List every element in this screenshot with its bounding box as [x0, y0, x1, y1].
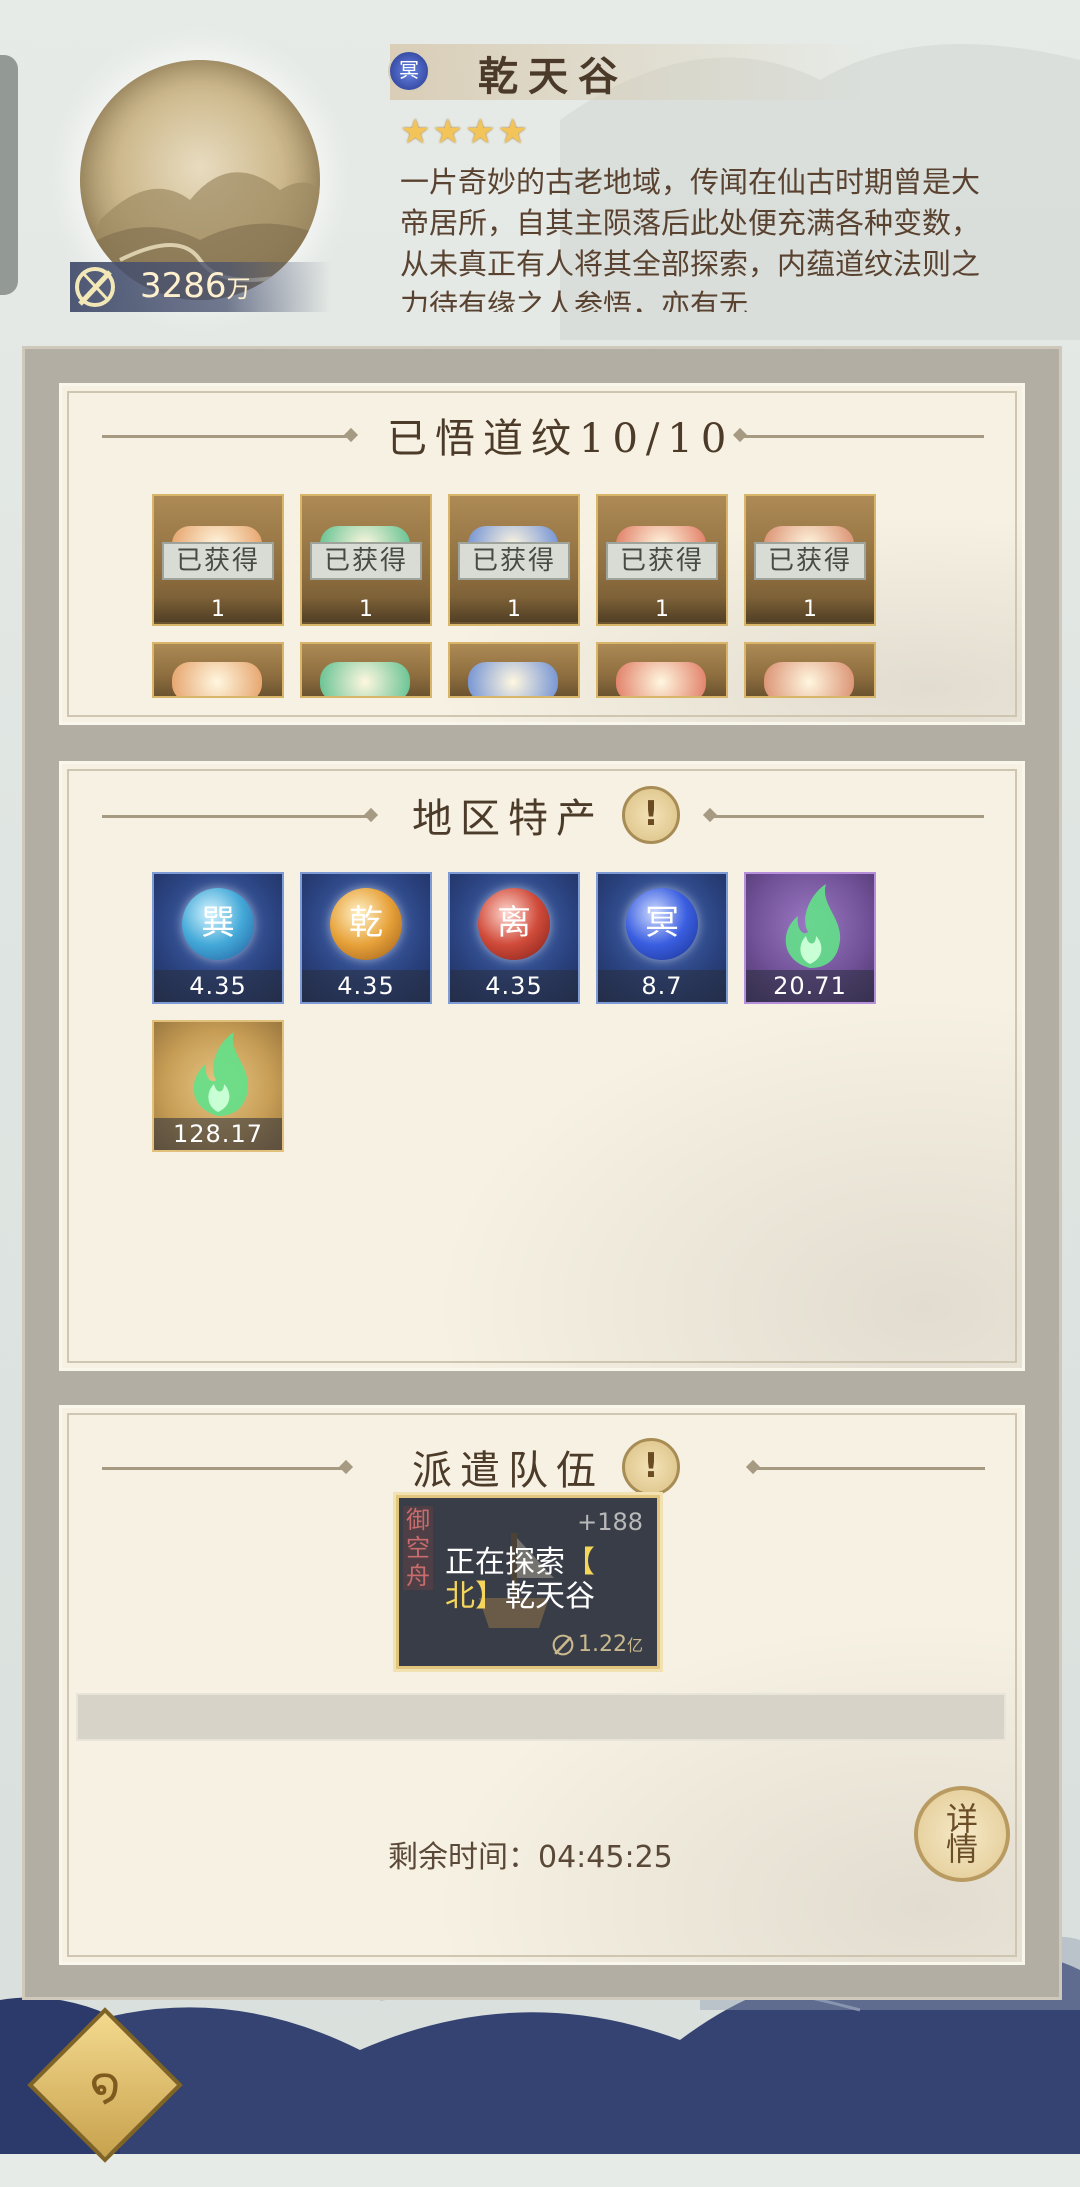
obtained-label: 已获得: [606, 542, 718, 580]
title-band: [390, 44, 870, 100]
scroll-icon: [764, 662, 854, 696]
product-value: 128.17: [154, 1118, 282, 1150]
bottom-menu-emblem[interactable]: ໑: [27, 2007, 183, 2163]
dispatch-info-button[interactable]: !: [622, 1438, 680, 1496]
scroll-icon: [320, 662, 410, 696]
star-icon: ★: [432, 112, 463, 152]
element-orb-icon: 巽: [182, 888, 254, 960]
product-value: 4.35: [154, 970, 282, 1002]
product-item[interactable]: 巽 4.35: [152, 872, 284, 1004]
dao-scroll-item[interactable]: 已获得 1: [744, 494, 876, 626]
product-item[interactable]: 乾 4.35: [300, 872, 432, 1004]
details-button[interactable]: 详情: [914, 1786, 1010, 1882]
products-panel-title: 地区特产: [412, 796, 604, 842]
main-container: 已悟道纹10/10 已获得 1 已获得 1 已获得 1 已获得 1 已获得 1 地区特产 ! 巽 4…: [22, 346, 1062, 2000]
product-item[interactable]: 离 4.35: [448, 872, 580, 1004]
item-count: 1: [302, 597, 430, 622]
obtained-label: 已获得: [754, 542, 866, 580]
ship-name: 御空舟: [403, 1506, 433, 1590]
obtained-label: 已获得: [162, 542, 274, 580]
product-item[interactable]: 冥 8.7: [596, 872, 728, 1004]
region-power-value: 3286万: [140, 266, 251, 306]
regional-products-panel: 地区特产 ! 巽 4.35 乾 4.35 离 4.35 冥 8.7 20.71 128.17: [59, 761, 1025, 1371]
scroll-icon: [172, 662, 262, 696]
spirit-flame-icon: [785, 884, 841, 968]
dao-scroll-item[interactable]: [152, 642, 284, 698]
star-icon: ★: [400, 112, 431, 152]
dao-pattern-panel: 已悟道纹10/10 已获得 1 已获得 1 已获得 1 已获得 1 已获得 1: [59, 383, 1025, 725]
dao-panel-title: 已悟道纹10/10: [387, 416, 735, 462]
combat-power-icon: [75, 267, 115, 307]
scroll-icon: [468, 662, 558, 696]
product-value: 20.71: [746, 970, 874, 1002]
product-value: 8.7: [598, 970, 726, 1002]
ship-power: 1.22亿: [548, 1632, 643, 1658]
region-description[interactable]: 一片奇妙的古老地域，传闻在仙古时期曾是大帝居所，自其主陨落后此处便充满各种变数，…: [400, 162, 1008, 312]
star-icon: ★: [497, 112, 528, 152]
combat-power-icon: [552, 1634, 574, 1656]
region-element-badge: 冥: [388, 50, 430, 92]
product-value: 4.35: [450, 970, 578, 1002]
star-rating: ★★★★: [400, 112, 530, 152]
obtained-label: 已获得: [458, 542, 570, 580]
product-value: 4.35: [302, 970, 430, 1002]
item-count: 1: [154, 597, 282, 622]
item-count: 1: [598, 597, 726, 622]
spirit-flame-icon: [193, 1032, 249, 1116]
product-item[interactable]: 20.71: [744, 872, 876, 1004]
dao-scroll-item[interactable]: [596, 642, 728, 698]
left-edge-tab[interactable]: [0, 55, 18, 295]
dispatch-team-panel: 派遣队伍 !: [59, 1405, 1025, 1965]
dao-scroll-item[interactable]: [300, 642, 432, 698]
obtained-label: 已获得: [310, 542, 422, 580]
star-icon: ★: [464, 112, 496, 152]
dao-scroll-item[interactable]: 已获得 1: [152, 494, 284, 626]
dao-scroll-item[interactable]: 已获得 1: [448, 494, 580, 626]
dispatch-panel-title: 派遣队伍: [412, 1448, 604, 1494]
ship-bonus: +188: [577, 1508, 643, 1536]
products-info-button[interactable]: !: [622, 786, 680, 844]
dao-scroll-item[interactable]: [744, 642, 876, 698]
dao-scroll-item[interactable]: [448, 642, 580, 698]
product-item[interactable]: 128.17: [152, 1020, 284, 1152]
exploration-progress-bar: [76, 1693, 1006, 1741]
element-orb-icon: 乾: [330, 888, 402, 960]
cloud-swirl-icon: ໑: [89, 2057, 121, 2113]
dao-scroll-item[interactable]: 已获得 1: [596, 494, 728, 626]
remaining-time: 剩余时间：04:45:25: [388, 1840, 673, 1875]
region-title: 乾天谷: [478, 53, 628, 100]
scroll-icon: [616, 662, 706, 696]
dispatch-ship-card[interactable]: 御空舟 +188 正在探索【 北】乾天谷 1.22亿: [396, 1495, 660, 1669]
item-count: 1: [746, 597, 874, 622]
element-orb-icon: 离: [478, 888, 550, 960]
item-count: 1: [450, 597, 578, 622]
element-orb-icon: 冥: [626, 888, 698, 960]
exploration-status: 正在探索【 北】乾天谷: [445, 1545, 595, 1614]
dao-scroll-item[interactable]: 已获得 1: [300, 494, 432, 626]
